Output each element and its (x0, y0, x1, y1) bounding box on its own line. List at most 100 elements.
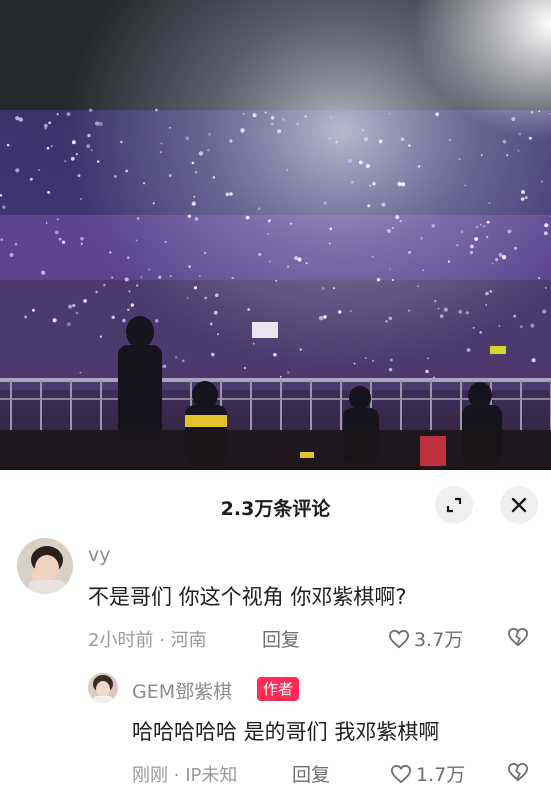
commenter-avatar[interactable] (17, 538, 73, 594)
phone-light (80, 242, 83, 246)
phone-light (371, 255, 374, 258)
reply-button[interactable]: 回复 (262, 625, 300, 652)
phone-light (507, 229, 512, 234)
phone-light (458, 158, 461, 160)
phone-light (498, 252, 503, 257)
phone-light (15, 168, 20, 173)
video-frame[interactable] (0, 0, 551, 470)
phone-light (38, 168, 41, 171)
phone-light (14, 242, 18, 246)
phone-light (95, 121, 100, 126)
phone-light (56, 113, 59, 116)
phone-light (279, 375, 282, 378)
phone-light (58, 237, 62, 241)
phone-light (488, 201, 491, 205)
barrier-post (250, 380, 252, 430)
phone-light (204, 296, 208, 300)
phone-light (48, 121, 52, 125)
phone-light (538, 110, 541, 113)
phone-light (304, 115, 307, 118)
phone-light (142, 182, 146, 185)
phone-light (419, 236, 423, 240)
author-username[interactable]: GEM鄧紫棋 (132, 677, 232, 704)
phone-light (211, 352, 215, 357)
phone-light (434, 299, 437, 303)
phone-light (258, 252, 262, 257)
phone-light (367, 204, 371, 208)
phone-light (70, 156, 75, 161)
phone-light (194, 171, 198, 174)
phone-light (194, 217, 199, 221)
phone-light (350, 181, 354, 184)
phone-light (2, 205, 6, 209)
reply-button[interactable]: 回复 (292, 760, 330, 787)
phone-light (126, 256, 130, 260)
phone-light (41, 270, 46, 275)
phone-light (257, 207, 261, 211)
phone-light (506, 154, 509, 157)
phone-light (148, 268, 151, 271)
phone-light (475, 225, 479, 229)
phone-light (439, 314, 444, 318)
phone-light (448, 138, 452, 142)
phone-light (365, 163, 371, 169)
barrier-post (400, 380, 402, 430)
comment-time: 2小时前 (88, 630, 154, 651)
phone-light (323, 315, 327, 319)
expand-button[interactable] (435, 486, 473, 524)
phone-light (130, 303, 134, 307)
commenter-username[interactable]: vy (88, 544, 111, 566)
phone-light (155, 108, 158, 112)
phone-light (203, 251, 207, 255)
phone-light (32, 308, 35, 312)
dislike-button[interactable] (507, 627, 529, 651)
phone-light (519, 325, 523, 329)
phone-light (328, 137, 331, 140)
dislike-button[interactable] (507, 762, 529, 786)
author-avatar[interactable] (88, 673, 118, 703)
like-button[interactable]: 1.7万 (390, 760, 465, 787)
phone-light (97, 160, 100, 163)
phone-light (52, 318, 57, 323)
phone-light (72, 303, 76, 308)
phone-light (485, 304, 488, 306)
phone-light (47, 191, 50, 194)
phone-light (335, 141, 338, 144)
phone-light (513, 314, 517, 318)
phone-light (86, 144, 91, 149)
barrier-post (280, 380, 282, 430)
phone-light (425, 369, 429, 374)
phone-light (287, 371, 290, 374)
barrier-post (430, 380, 432, 430)
phone-light (531, 358, 536, 363)
phone-light (543, 231, 548, 236)
phone-light (387, 229, 391, 233)
phone-light (267, 233, 270, 235)
comment-meta: 2小时前 · 河南 (88, 626, 207, 652)
phone-light (502, 139, 507, 144)
barrier-post (100, 380, 102, 430)
phone-light (305, 262, 308, 265)
like-button[interactable]: 3.7万 (388, 625, 463, 652)
phone-light (212, 176, 216, 179)
phone-light (514, 246, 518, 250)
phone-light (466, 348, 471, 352)
phone-light (231, 276, 234, 280)
phone-light (427, 357, 429, 360)
phone-light (421, 269, 424, 272)
phone-light (45, 222, 48, 224)
phone-light (458, 309, 463, 314)
phone-light (155, 319, 159, 323)
phone-light (397, 181, 402, 187)
close-button[interactable] (500, 486, 538, 524)
phone-light (485, 291, 489, 296)
phone-light (498, 325, 501, 328)
phone-light (164, 240, 167, 244)
expand-icon (446, 497, 462, 513)
phone-light (437, 307, 440, 310)
phone-light (191, 161, 195, 165)
phone-light (277, 129, 281, 134)
barrier-post (70, 380, 72, 430)
phone-light (0, 238, 3, 241)
phone-light (181, 359, 185, 363)
